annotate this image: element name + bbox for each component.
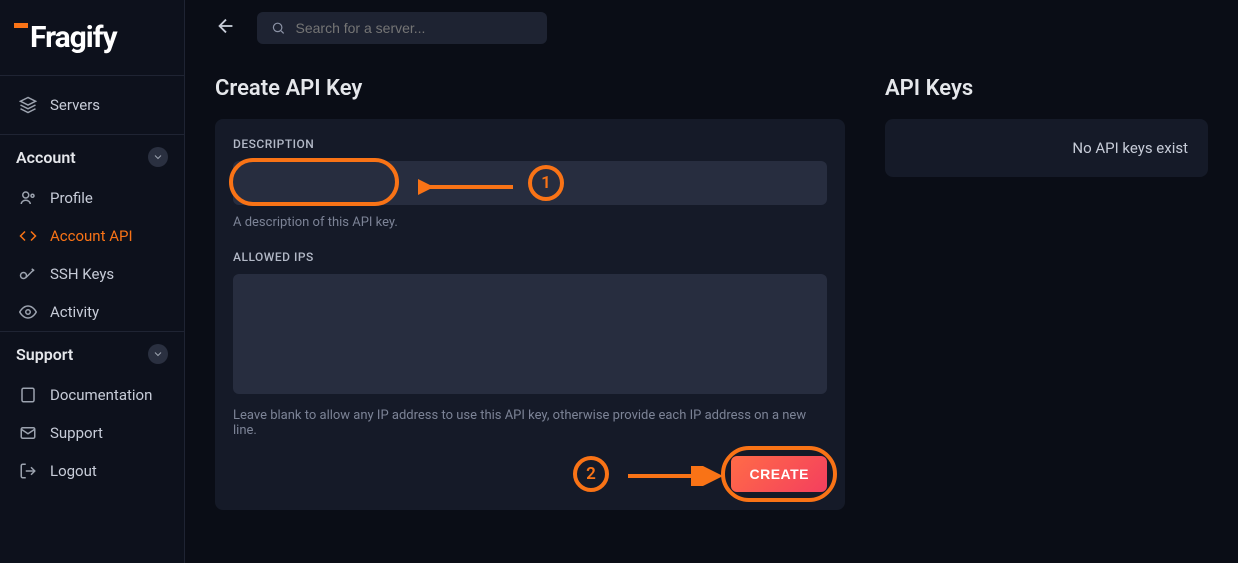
top-bar (185, 0, 1238, 56)
annotation-step-2: 2 (573, 456, 609, 492)
arrow-left-icon (215, 15, 237, 37)
allowed-ips-label: ALLOWED IPS (233, 250, 827, 264)
back-button[interactable] (215, 15, 237, 41)
sidebar-item-account-api[interactable]: Account API (0, 217, 184, 255)
account-subsection: Profile Account API SSH Keys Activity (0, 179, 184, 331)
description-input[interactable] (233, 161, 827, 205)
brand-name: Fragify (30, 20, 117, 55)
sidebar-item-label: Activity (50, 303, 99, 321)
mail-icon (18, 424, 38, 442)
user-icon (18, 189, 38, 207)
description-helper: A description of this API key. (233, 215, 827, 230)
eye-icon (18, 303, 38, 321)
layers-icon (18, 96, 38, 114)
annotation-arrow-2 (623, 466, 723, 486)
sidebar-item-label: Logout (50, 462, 97, 480)
sidebar: Fragify Servers Account Profile Account … (0, 0, 185, 563)
sidebar-account-header[interactable]: Account (0, 134, 184, 179)
sidebar-item-label: Documentation (50, 386, 152, 404)
keys-panel-title: API Keys (885, 76, 1208, 101)
chevron-down-icon (148, 344, 168, 364)
sidebar-item-documentation[interactable]: Documentation (0, 376, 184, 414)
sidebar-item-support[interactable]: Support (0, 414, 184, 452)
search-icon (271, 20, 286, 36)
sidebar-item-profile[interactable]: Profile (0, 179, 184, 217)
chevron-down-icon (148, 147, 168, 167)
no-keys-message: No API keys exist (885, 119, 1208, 177)
support-subsection: Documentation Support Logout (0, 376, 184, 490)
main-area: Create API Key DESCRIPTION 1 A descripti… (185, 0, 1238, 563)
search-input-container[interactable] (257, 12, 547, 44)
brand-logo: Fragify (0, 0, 184, 75)
code-icon (18, 227, 38, 245)
create-panel-title: Create API Key (215, 76, 845, 101)
book-icon (18, 386, 38, 404)
sidebar-item-label: Support (50, 424, 103, 442)
sidebar-servers-label: Servers (50, 96, 100, 114)
key-icon (18, 265, 38, 283)
create-api-key-panel: Create API Key DESCRIPTION 1 A descripti… (215, 76, 845, 510)
sidebar-item-label: Profile (50, 189, 93, 207)
api-keys-panel: API Keys No API keys exist (885, 76, 1208, 510)
logout-icon (18, 462, 38, 480)
sidebar-item-servers[interactable]: Servers (0, 86, 184, 124)
sidebar-item-activity[interactable]: Activity (0, 293, 184, 331)
allowed-ips-input[interactable] (233, 274, 827, 394)
sidebar-support-header[interactable]: Support (0, 331, 184, 376)
allowed-ips-helper: Leave blank to allow any IP address to u… (233, 408, 827, 438)
create-button[interactable]: CREATE (731, 456, 827, 492)
sidebar-item-ssh-keys[interactable]: SSH Keys (0, 255, 184, 293)
search-input[interactable] (296, 20, 534, 36)
sidebar-item-label: Account API (50, 227, 133, 245)
sidebar-item-logout[interactable]: Logout (0, 452, 184, 490)
sidebar-item-label: SSH Keys (50, 265, 114, 283)
description-label: DESCRIPTION (233, 137, 827, 151)
